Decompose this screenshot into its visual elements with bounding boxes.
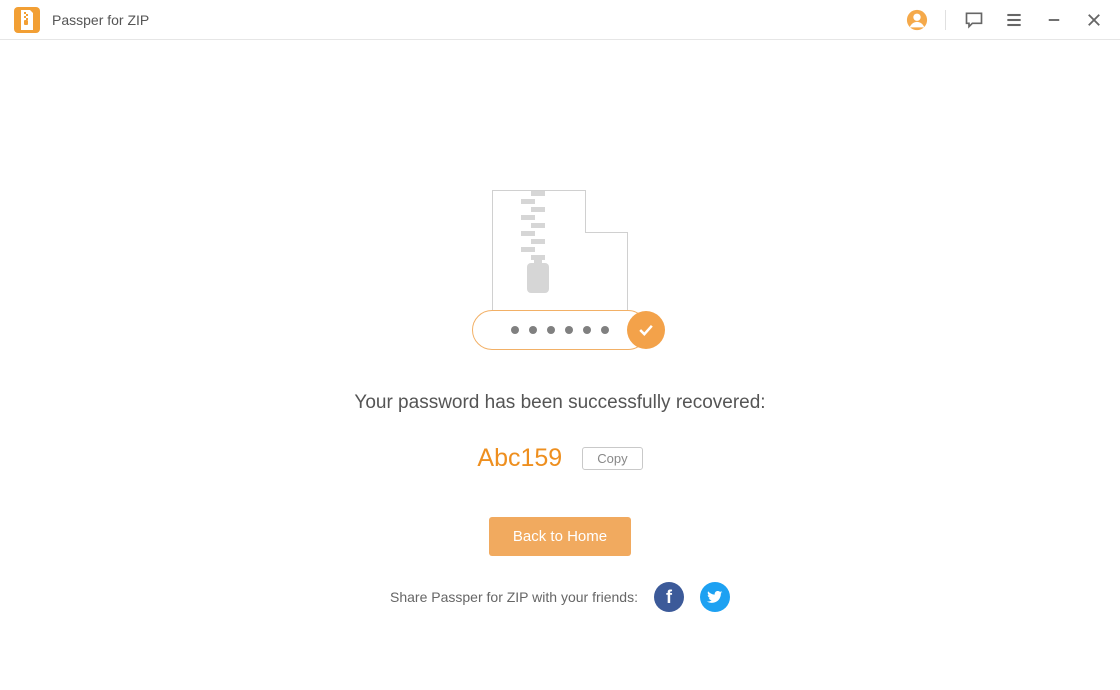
recovered-password: Abc159 — [477, 444, 562, 473]
minimize-button[interactable] — [1042, 8, 1066, 32]
check-icon — [627, 311, 665, 349]
password-row: Abc159 Copy — [477, 444, 642, 473]
share-row: Share Passper for ZIP with your friends:… — [390, 582, 730, 612]
app-logo-icon — [14, 7, 40, 33]
copy-button[interactable]: Copy — [582, 447, 642, 470]
password-pill — [472, 310, 648, 350]
account-icon[interactable] — [905, 8, 929, 32]
share-text: Share Passper for ZIP with your friends: — [390, 589, 638, 605]
success-message: Your password has been successfully reco… — [354, 392, 765, 414]
facebook-icon[interactable]: f — [654, 582, 684, 612]
title-bar: Passper for ZIP — [0, 0, 1120, 40]
app-title: Passper for ZIP — [52, 12, 149, 28]
twitter-icon[interactable] — [700, 582, 730, 612]
back-to-home-button[interactable]: Back to Home — [489, 517, 631, 556]
menu-icon[interactable] — [1002, 8, 1026, 32]
feedback-icon[interactable] — [962, 8, 986, 32]
close-button[interactable] — [1082, 8, 1106, 32]
divider — [945, 10, 946, 30]
main-content: Your password has been successfully reco… — [0, 40, 1120, 612]
zip-file-illustration — [470, 170, 650, 350]
